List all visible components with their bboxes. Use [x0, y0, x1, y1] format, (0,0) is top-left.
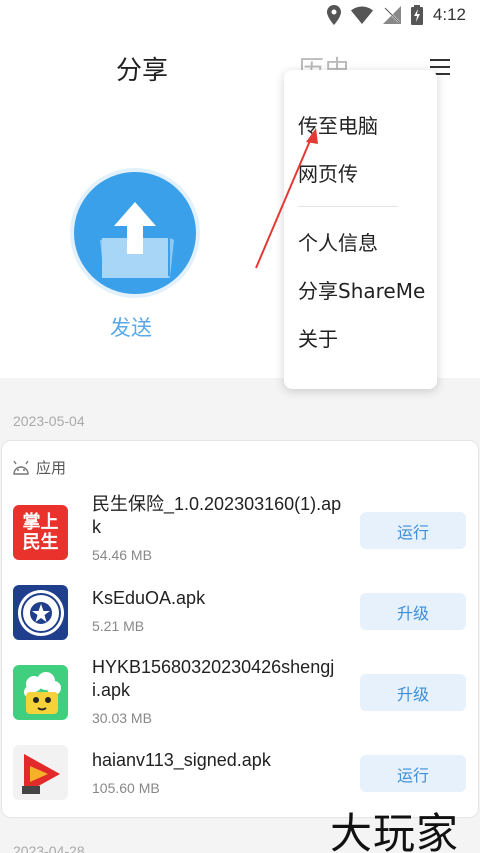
minsheng-logo: 掌上民生	[13, 505, 68, 560]
upgrade-button[interactable]: 升级	[360, 593, 466, 630]
send-button[interactable]	[74, 172, 196, 294]
app-size: 5.21 MB	[92, 618, 145, 634]
app-name: KsEduOA.apk	[92, 588, 206, 608]
wifi-icon	[350, 6, 373, 24]
haian-play-logo	[13, 745, 68, 800]
app-name: 民生保险_1.0.202303160(1).apk	[92, 494, 342, 537]
hykb-popcorn-logo	[13, 665, 68, 720]
location-icon	[326, 5, 341, 25]
annotation-arrow-icon	[255, 128, 318, 269]
status-time: 4:12	[432, 5, 466, 24]
play-icon	[21, 753, 60, 794]
date-header: 2023-05-04	[13, 413, 85, 429]
minsheng-logo-text: 掌上民生	[22, 511, 59, 553]
popcorn-icon	[23, 671, 61, 714]
send-label: 发送	[110, 316, 152, 340]
app-size: 105.60 MB	[92, 780, 160, 796]
battery-charging-icon	[410, 5, 423, 25]
tab-share[interactable]: 分享	[116, 50, 168, 87]
app-name: HYKB15680320230426shengji.apk	[92, 657, 335, 700]
app-size: 54.46 MB	[92, 547, 152, 563]
status-icons: 4:12	[326, 5, 466, 25]
android-icon	[13, 460, 29, 475]
app-name: haianv113_signed.apk	[92, 750, 271, 770]
run-button[interactable]: 运行	[360, 755, 466, 792]
app-size: 30.03 MB	[92, 710, 152, 726]
status-bar: 4:12	[0, 0, 480, 34]
category-row: 应用	[12, 457, 66, 478]
seal-icon	[17, 589, 64, 636]
menu-item-about[interactable]: 关于	[298, 323, 338, 352]
run-button[interactable]: 运行	[360, 512, 466, 549]
upload-icon	[100, 202, 174, 278]
ksedu-seal-logo	[13, 585, 68, 640]
watermark: 大玩家	[330, 809, 460, 853]
category-label: 应用	[36, 459, 67, 477]
date-header: 2023-04-28	[13, 843, 85, 853]
no-signal-icon	[382, 6, 401, 24]
upgrade-button[interactable]: 升级	[360, 674, 466, 711]
